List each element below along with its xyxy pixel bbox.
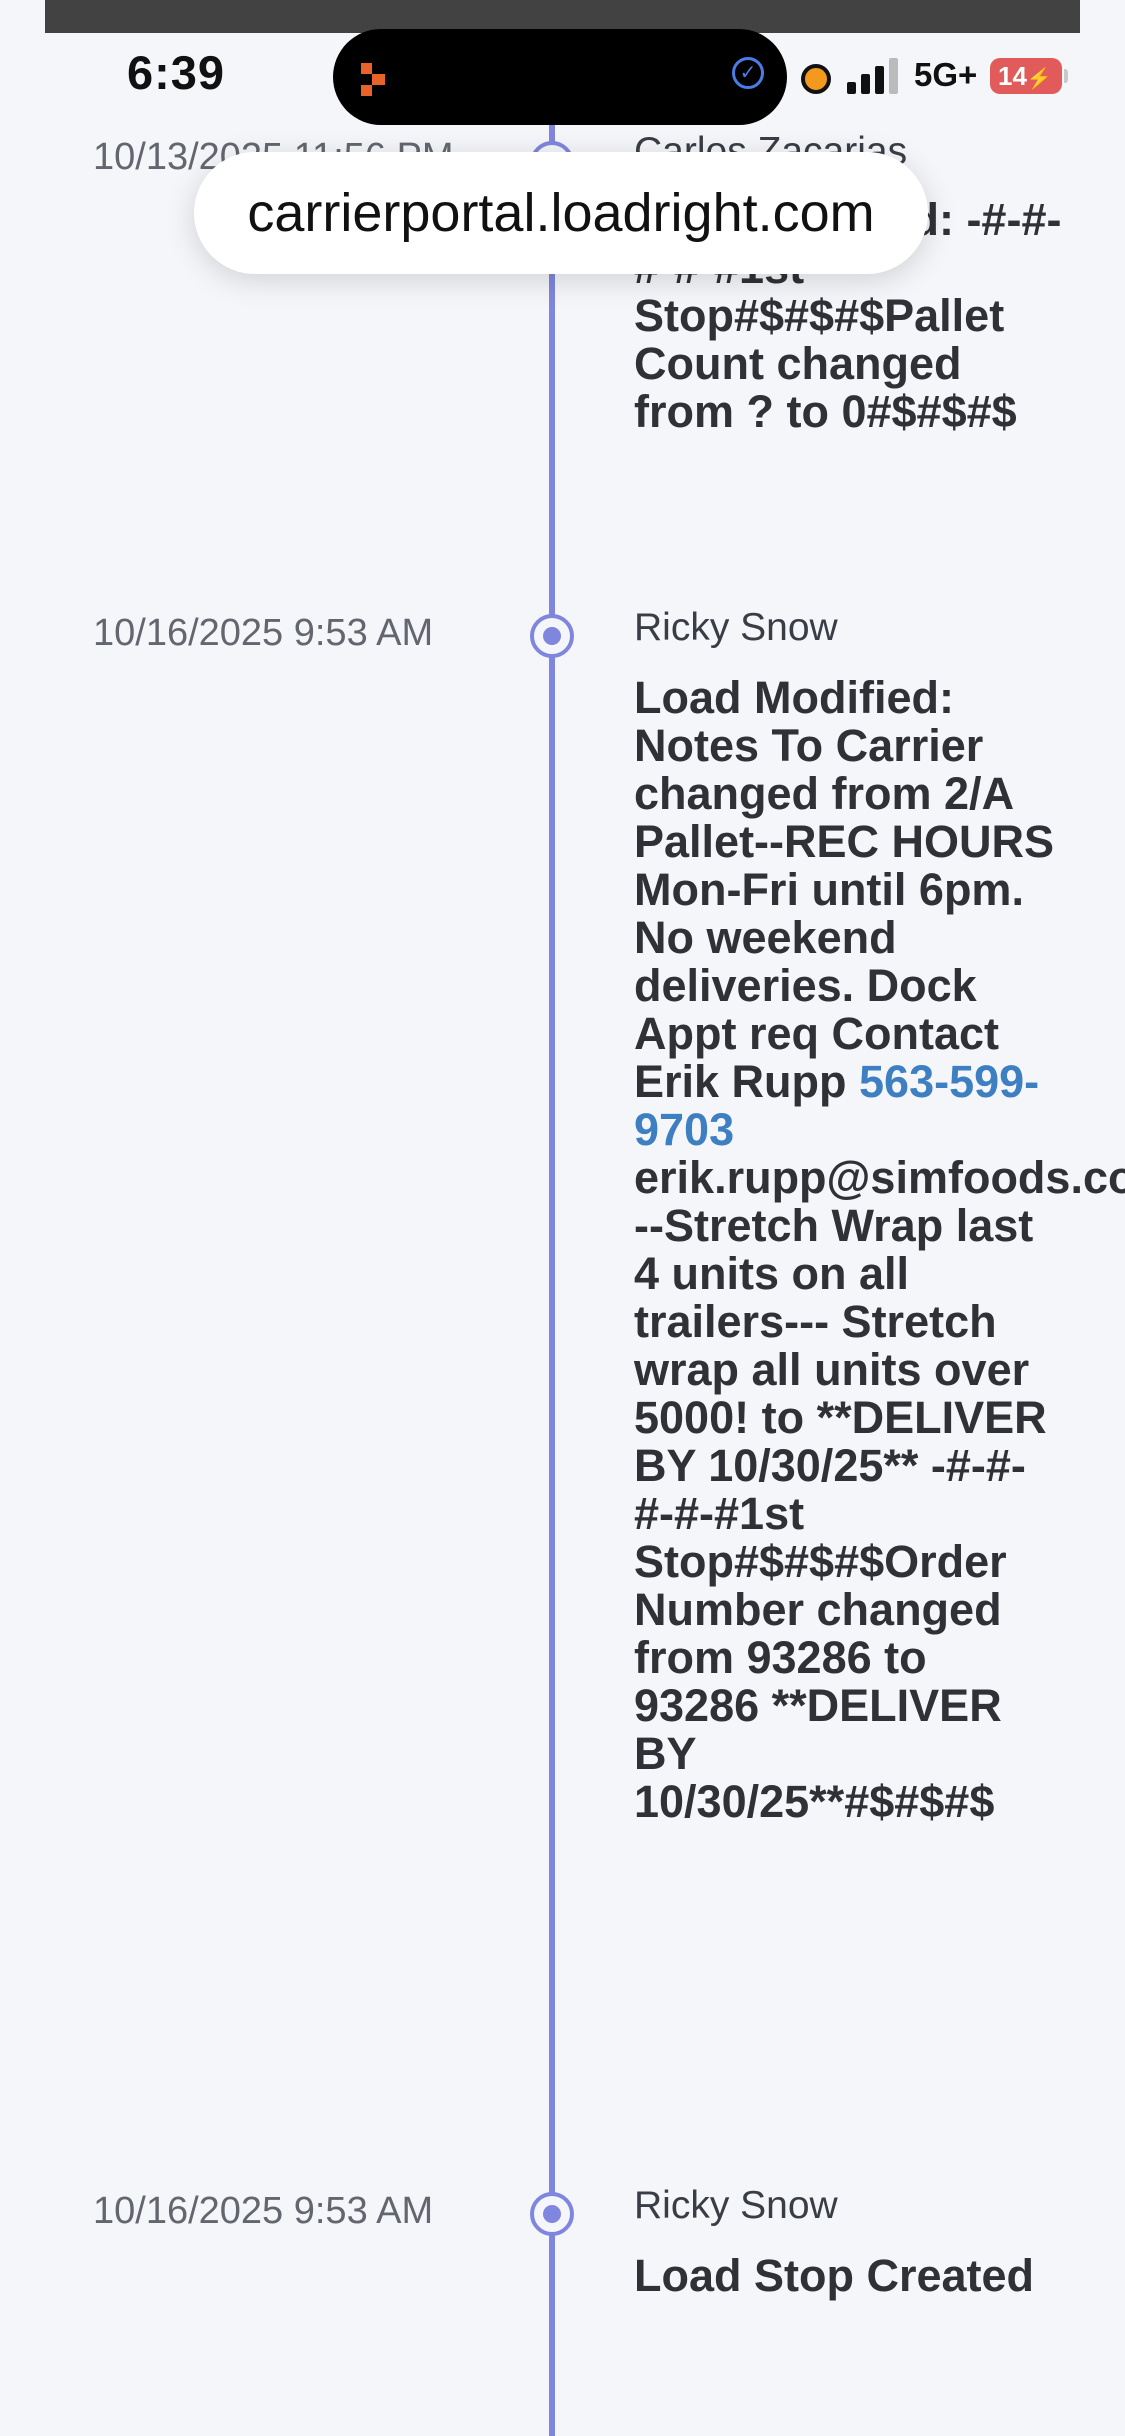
timeline-line (549, 125, 555, 2436)
entry-message: Load Stop Created (634, 2250, 1035, 2301)
entry-author: Ricky Snow (634, 2184, 838, 2227)
battery-tip (1064, 69, 1068, 83)
network-type: 5G+ (914, 56, 978, 93)
privacy-indicator-icon (801, 64, 831, 94)
url-bar[interactable]: carrierportal.loadright.com (194, 152, 928, 274)
battery-level: 14 (998, 61, 1027, 91)
battery-icon: 14⚡ (990, 58, 1062, 94)
entry-message-text: Load Modified: Notes To Carrier changed … (634, 672, 1055, 1107)
status-bar: 6:39 ✓ 5G+ 14⚡ (0, 0, 1125, 140)
entry-date: 10/16/2025 9:53 AM (93, 2190, 434, 2232)
checkmark-icon: ✓ (732, 57, 764, 89)
entry-message: Load Modified: Notes To Carrier changed … (634, 672, 1125, 1827)
entry-message-text: --Stretch Wrap last 4 units on all trail… (634, 1200, 1047, 1827)
timeline-dot (530, 614, 574, 658)
email-text: erik.rupp@simfoods.com (634, 1152, 1125, 1203)
dynamic-island: ✓ (333, 29, 787, 125)
status-time: 6:39 (127, 46, 226, 99)
signal-icon (847, 56, 903, 94)
entry-author: Ricky Snow (634, 606, 838, 649)
timeline-dot (530, 2192, 574, 2236)
entry-date: 10/16/2025 9:53 AM (93, 612, 434, 654)
app-logo-icon (361, 63, 385, 96)
